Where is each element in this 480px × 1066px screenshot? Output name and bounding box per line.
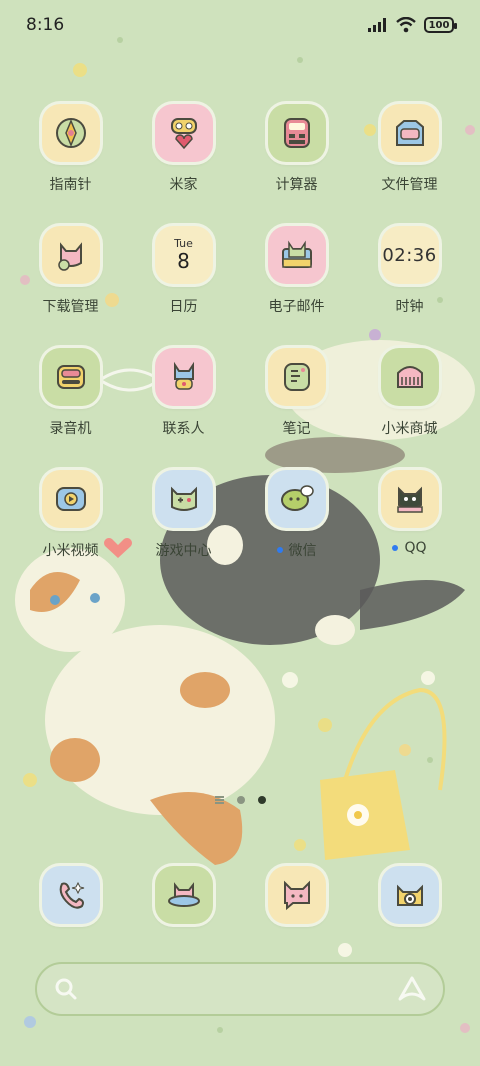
app-label: 微信	[276, 540, 317, 560]
app-label: 笔记	[282, 421, 311, 437]
app-label: 电子邮件	[268, 299, 325, 315]
page-indicator[interactable]	[0, 796, 480, 804]
mijia-icon	[154, 104, 213, 162]
battery-icon: 100	[424, 17, 457, 33]
app-file-manager[interactable]: 文件管理	[353, 104, 466, 194]
app-email[interactable]: 电子邮件	[240, 226, 353, 316]
mi-store-icon	[380, 348, 439, 406]
clock-icon: 02:36	[380, 226, 439, 284]
phone-icon	[41, 866, 100, 924]
signal-icon	[368, 18, 386, 32]
search-bar[interactable]	[35, 962, 445, 1016]
calendar-icon: Tue 8	[154, 226, 213, 284]
notes-icon	[267, 348, 326, 406]
page-dot-active	[257, 796, 266, 804]
app-label: 小米商城	[381, 421, 438, 437]
app-label: 计算器	[275, 177, 318, 193]
dock-phone[interactable]	[14, 866, 127, 924]
status-bar: 8:16 100	[0, 0, 480, 50]
app-mi-store[interactable]: 小米商城	[353, 348, 466, 438]
app-label: 米家	[169, 177, 198, 193]
new-install-dot	[392, 545, 399, 551]
app-mi-video[interactable]: 小米视频	[14, 470, 127, 560]
app-label: 指南针	[49, 177, 92, 193]
assistant-icon[interactable]	[397, 975, 427, 1003]
dock-messages[interactable]	[240, 866, 353, 924]
app-grid: 指南针 米家 计算器 文件管理 下载管理 Tue 8 日历 电子邮件 02:36…	[14, 104, 466, 560]
app-label: 录音机	[49, 421, 92, 437]
app-label: 下载管理	[42, 299, 99, 315]
dock	[14, 866, 466, 924]
mi-video-icon	[41, 470, 100, 528]
app-game-center[interactable]: 游戏中心	[127, 470, 240, 560]
wechat-icon	[267, 470, 326, 528]
app-label: 日历	[169, 299, 198, 315]
search-icon[interactable]	[53, 976, 79, 1002]
app-calendar[interactable]: Tue 8 日历	[127, 226, 240, 316]
status-icons: 100	[368, 17, 457, 33]
app-recorder[interactable]: 录音机	[14, 348, 127, 438]
app-list-indicator-icon	[214, 796, 224, 804]
download-icon	[41, 226, 100, 284]
app-download[interactable]: 下载管理	[14, 226, 127, 316]
app-mijia[interactable]: 米家	[127, 104, 240, 194]
browser-icon	[154, 866, 213, 924]
new-install-dot	[276, 547, 283, 553]
calendar-date: 8	[177, 249, 190, 273]
app-label: 游戏中心	[155, 543, 212, 559]
app-label: 文件管理	[381, 177, 438, 193]
app-calculator[interactable]: 计算器	[240, 104, 353, 194]
dock-browser[interactable]	[127, 866, 240, 924]
game-center-icon	[154, 470, 213, 528]
contacts-icon	[154, 348, 213, 406]
app-label: QQ	[392, 540, 427, 556]
app-contacts[interactable]: 联系人	[127, 348, 240, 438]
wifi-icon	[396, 17, 416, 33]
app-wechat[interactable]: 微信	[240, 470, 353, 560]
qq-icon	[380, 470, 439, 528]
calculator-icon	[267, 104, 326, 162]
dock-camera[interactable]	[353, 866, 466, 924]
page-dot	[236, 796, 245, 804]
app-compass[interactable]: 指南针	[14, 104, 127, 194]
app-label-text: 微信	[288, 543, 317, 559]
recorder-icon	[41, 348, 100, 406]
app-label: 联系人	[162, 421, 205, 437]
app-notes[interactable]: 笔记	[240, 348, 353, 438]
email-icon	[267, 226, 326, 284]
status-time: 8:16	[26, 15, 65, 35]
app-label-text: QQ	[404, 540, 427, 556]
compass-icon	[41, 104, 100, 162]
clock-time: 02:36	[382, 244, 437, 266]
file-manager-icon	[380, 104, 439, 162]
app-label: 时钟	[395, 299, 424, 315]
messages-icon	[267, 866, 326, 924]
app-clock[interactable]: 02:36 时钟	[353, 226, 466, 316]
app-label: 小米视频	[42, 543, 99, 559]
app-qq[interactable]: QQ	[353, 470, 466, 560]
battery-level: 100	[428, 19, 450, 31]
camera-icon	[380, 866, 439, 924]
